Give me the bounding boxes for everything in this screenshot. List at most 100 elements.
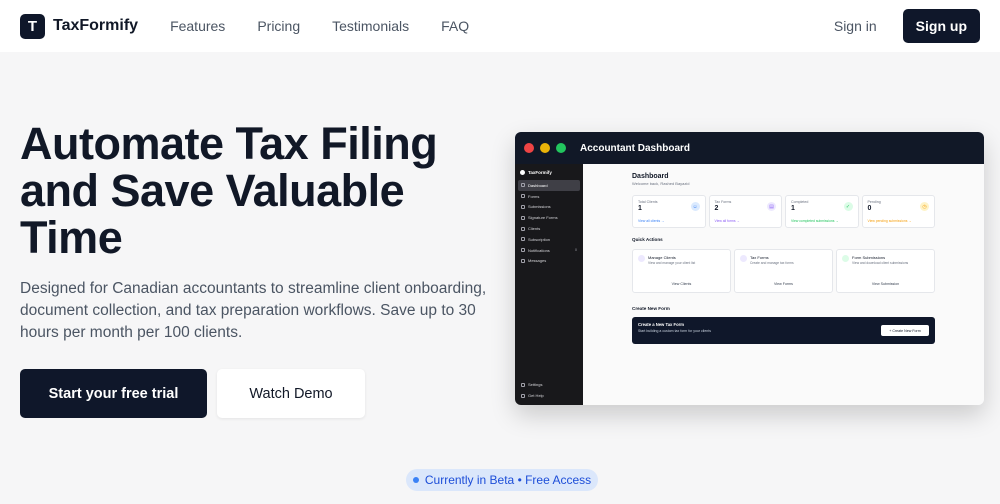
- dashboard-icon: [521, 183, 525, 188]
- sidebar-bottom: Settings Get Help: [518, 379, 580, 401]
- sidebar-item-label: Forms: [528, 193, 540, 199]
- action-text: Manage Clients View and manage your clie…: [648, 255, 695, 265]
- view-pending-link[interactable]: View pending submissions →: [868, 219, 912, 223]
- stats-row: Total Clients 1 ☺ View all clients → Tax…: [632, 195, 935, 228]
- sidebar-brand-name: TaxFormify: [528, 170, 552, 175]
- stat-card-tax-forms: Tax Forms 2 ▤ View all forms →: [708, 195, 782, 228]
- stat-card-completed: Completed 1 ✓ View completed submissions…: [785, 195, 859, 228]
- sidebar-logo-icon: [520, 170, 525, 175]
- action-name: Form Submissions: [852, 255, 886, 260]
- check-circle-icon: ✓: [843, 202, 853, 211]
- create-form-banner: Create a New Tax Form Start building a c…: [632, 317, 935, 344]
- sidebar-item-get-help[interactable]: Get Help: [518, 390, 580, 401]
- minimize-dot-icon: [540, 143, 550, 153]
- create-new-form-button[interactable]: + Create New Form: [881, 325, 929, 336]
- sidebar-item-notifications[interactable]: Notifications 0: [518, 245, 580, 256]
- quick-actions-row: Manage Clients View and manage your clie…: [632, 249, 935, 293]
- sidebar-item-label: Settings: [528, 382, 543, 388]
- sidebar-item-label: Signature Forms: [528, 215, 558, 221]
- sidebar-item-signature-forms[interactable]: Signature Forms: [518, 212, 580, 223]
- maximize-dot-icon: [556, 143, 566, 153]
- window-titlebar: Accountant Dashboard: [515, 132, 984, 164]
- nav-link-faq[interactable]: FAQ: [441, 18, 469, 34]
- action-text: Tax Forms Create and manage tax forms: [750, 255, 794, 265]
- sidebar-item-label: Notifications: [528, 247, 550, 253]
- users-icon: ☺: [690, 202, 700, 211]
- view-all-forms-link[interactable]: View all forms →: [715, 219, 740, 223]
- document-icon: ▤: [767, 202, 776, 211]
- gear-icon: [521, 382, 525, 387]
- sign-in-link[interactable]: Sign in: [834, 18, 877, 34]
- stat-label: Total Clients: [638, 200, 658, 204]
- bell-icon: [521, 248, 525, 253]
- create-new-form-heading: Create New Form: [632, 306, 670, 311]
- clients-icon: [521, 226, 525, 231]
- signature-icon: [521, 215, 525, 220]
- view-clients-button[interactable]: View Clients: [633, 282, 730, 286]
- view-completed-link[interactable]: View completed submissions →: [791, 219, 839, 223]
- action-name: Manage Clients: [648, 255, 676, 260]
- welcome-text: Welcome back, Rashed Bayazid: [632, 181, 690, 186]
- sidebar-item-forms[interactable]: Forms: [518, 191, 580, 202]
- subscription-icon: [521, 237, 525, 242]
- action-head: Form Submissions View and download clien…: [842, 255, 929, 265]
- dashboard-body: TaxFormify Dashboard Forms Submissions S…: [515, 164, 984, 405]
- view-forms-button[interactable]: View Forms: [735, 282, 832, 286]
- brand-name: TaxFormify: [53, 17, 139, 34]
- users-icon: [638, 255, 645, 262]
- logo-icon: T: [20, 13, 45, 39]
- watch-demo-button[interactable]: Watch Demo: [217, 369, 365, 418]
- sidebar-item-submissions[interactable]: Submissions: [518, 202, 580, 213]
- close-dot-icon: [524, 143, 534, 153]
- sign-up-button[interactable]: Sign up: [902, 9, 980, 43]
- hero-subtitle: Designed for Canadian accountants to str…: [20, 280, 487, 341]
- action-desc: View and download client submissions: [852, 261, 909, 265]
- view-submission-button[interactable]: View Submission: [837, 282, 934, 286]
- dashboard-preview: Accountant Dashboard TaxFormify Dashboar…: [515, 132, 984, 405]
- sidebar-item-settings[interactable]: Settings: [518, 379, 580, 390]
- start-free-trial-button[interactable]: Start your free trial: [20, 369, 207, 418]
- brand[interactable]: T TaxFormify: [20, 13, 139, 39]
- sidebar-item-label: Messages: [528, 258, 547, 264]
- stat-card-total-clients: Total Clients 1 ☺ View all clients →: [632, 195, 706, 228]
- action-card-form-submissions: Form Submissions View and download clien…: [836, 249, 935, 293]
- action-head: Manage Clients View and manage your clie…: [638, 255, 725, 265]
- action-card-manage-clients: Manage Clients View and manage your clie…: [632, 249, 731, 293]
- status-dot-icon: [412, 477, 419, 483]
- stat-label: Completed: [791, 200, 809, 204]
- beta-badge-text: Currently in Beta • Free Access: [424, 473, 592, 487]
- inbox-icon: [842, 255, 849, 262]
- hero-title: Automate Tax Filing and Save Valuable Ti…: [20, 118, 438, 263]
- action-card-tax-forms: Tax Forms Create and manage tax forms Vi…: [734, 249, 833, 293]
- action-head: Tax Forms Create and manage tax forms: [740, 255, 827, 265]
- sidebar-brand: TaxFormify: [518, 168, 580, 180]
- nav-auth: Sign in Sign up: [834, 9, 980, 43]
- nav-link-pricing[interactable]: Pricing: [257, 18, 300, 34]
- sidebar-item-label: Dashboard: [528, 182, 548, 188]
- document-icon: [740, 255, 747, 262]
- beta-badge: Currently in Beta • Free Access: [406, 469, 598, 491]
- action-desc: View and manage your client list: [648, 261, 696, 265]
- sidebar-item-label: Clients: [528, 226, 541, 232]
- notification-count-badge: 0: [575, 248, 577, 253]
- forms-icon: [521, 194, 525, 199]
- action-desc: Create and manage tax forms: [750, 261, 794, 265]
- message-icon: [521, 258, 525, 263]
- sidebar-item-clients[interactable]: Clients: [518, 223, 580, 234]
- sidebar-item-dashboard[interactable]: Dashboard: [518, 180, 580, 191]
- help-icon: [521, 393, 525, 398]
- view-all-clients-link[interactable]: View all clients →: [638, 219, 665, 223]
- top-nav: T TaxFormify Features Pricing Testimonia…: [0, 0, 1000, 52]
- dashboard-sidebar: TaxFormify Dashboard Forms Submissions S…: [515, 164, 583, 405]
- dashboard-main: Dashboard Welcome back, Rashed Bayazid T…: [583, 164, 984, 405]
- sidebar-item-label: Subscription: [528, 236, 551, 242]
- nav-link-testimonials[interactable]: Testimonials: [332, 18, 409, 34]
- nav-links: Features Pricing Testimonials FAQ: [170, 18, 469, 34]
- nav-link-features[interactable]: Features: [170, 18, 225, 34]
- action-text: Form Submissions View and download clien…: [852, 255, 908, 265]
- window-title: Accountant Dashboard: [580, 142, 691, 154]
- action-name: Tax Forms: [750, 255, 769, 260]
- sidebar-item-messages[interactable]: Messages: [518, 256, 580, 267]
- clock-icon: ◷: [920, 202, 929, 211]
- sidebar-item-subscription[interactable]: Subscription: [518, 234, 580, 245]
